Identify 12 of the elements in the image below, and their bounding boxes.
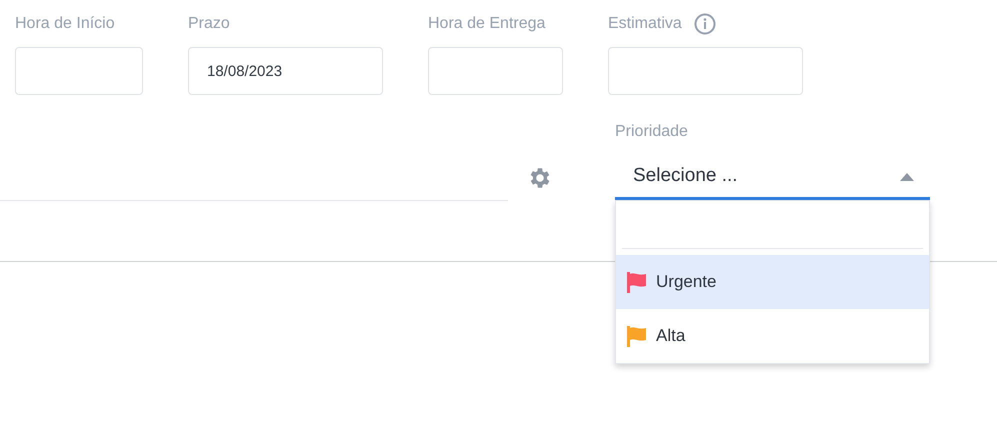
field-label: Hora de Início [15,14,115,34]
field-label: Prioridade [615,122,689,142]
input-field[interactable] [608,47,803,95]
priority-option[interactable]: Alta [616,309,929,363]
field-label: Prazo [188,14,230,34]
priority-option[interactable]: Urgente [616,255,929,309]
input-field[interactable] [15,47,143,95]
input-field[interactable] [428,47,563,95]
field-label: Estimativa [608,14,682,34]
field-label: Hora de Entrega [428,14,546,34]
input-field[interactable]: 18/08/2023 [188,47,383,95]
caret-up-icon [900,172,914,180]
